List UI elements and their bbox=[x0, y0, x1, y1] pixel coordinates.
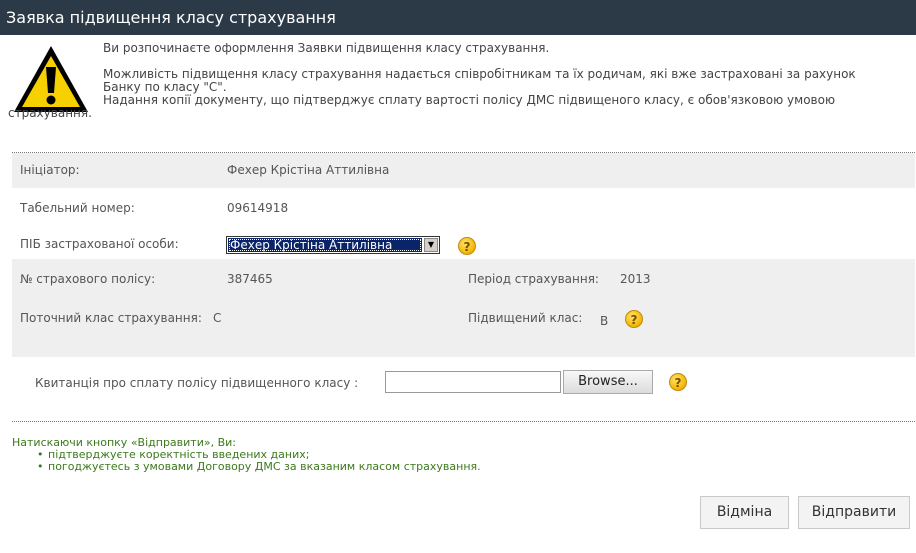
help-question-icon[interactable]: ? bbox=[625, 310, 643, 328]
intro-line-3b: страхування. bbox=[8, 106, 92, 120]
receipt-file-input[interactable] bbox=[385, 371, 561, 393]
policy-label: № страхового полісу: bbox=[20, 272, 156, 286]
warning-triangle-icon bbox=[14, 46, 88, 112]
initiator-label: Ініціатор: bbox=[20, 163, 80, 177]
page-title-bar: Заявка підвищення класу страхування bbox=[0, 0, 916, 35]
intro-line-1: Ви розпочинаєте оформлення Заявки підвищ… bbox=[103, 41, 550, 55]
current-class-value: С bbox=[213, 311, 222, 325]
divider-bottom bbox=[12, 421, 915, 422]
help-question-icon[interactable]: ? bbox=[458, 237, 476, 255]
notice-list: підтверджуєте коректність введених даних… bbox=[12, 449, 481, 474]
insured-selected-value: Фехер Крістіна Аттилівна bbox=[228, 238, 422, 252]
chevron-down-icon[interactable]: ▼ bbox=[424, 238, 438, 252]
intro-line-3a: Надання копії документу, що підтверджує … bbox=[103, 93, 836, 107]
tabnum-value: 09614918 bbox=[227, 201, 289, 215]
upgraded-class-label: Підвищений клас: bbox=[468, 311, 583, 325]
receipt-label: Квитанція про сплату полісу підвищенного… bbox=[35, 376, 359, 390]
row-band-class bbox=[12, 297, 915, 357]
submit-button[interactable]: Відправити bbox=[798, 496, 910, 529]
row-band-initiator bbox=[12, 153, 915, 188]
submit-notice: Натискаючи кнопку «Відправити», Ви: підт… bbox=[12, 437, 481, 474]
cancel-button[interactable]: Відміна bbox=[700, 496, 789, 529]
list-item: погоджуєтесь з умовами Договору ДМС за в… bbox=[12, 461, 481, 474]
browse-button[interactable]: Browse... bbox=[563, 370, 653, 394]
insured-person-select[interactable]: Фехер Крістіна Аттилівна ▼ bbox=[226, 236, 440, 254]
period-label: Період страхування: bbox=[468, 272, 599, 286]
policy-value: 387465 bbox=[227, 272, 273, 286]
initiator-value: Фехер Крістіна Аттилівна bbox=[227, 163, 390, 177]
current-class-label: Поточний клас страхування: bbox=[20, 311, 202, 325]
insured-label: ПІБ застрахованої особи: bbox=[20, 237, 179, 251]
help-question-icon[interactable]: ? bbox=[669, 373, 687, 391]
tabnum-label: Табельний номер: bbox=[20, 201, 135, 215]
upgraded-class-value: B bbox=[600, 314, 609, 328]
period-value: 2013 bbox=[620, 272, 651, 286]
page-title: Заявка підвищення класу страхування bbox=[6, 8, 336, 27]
